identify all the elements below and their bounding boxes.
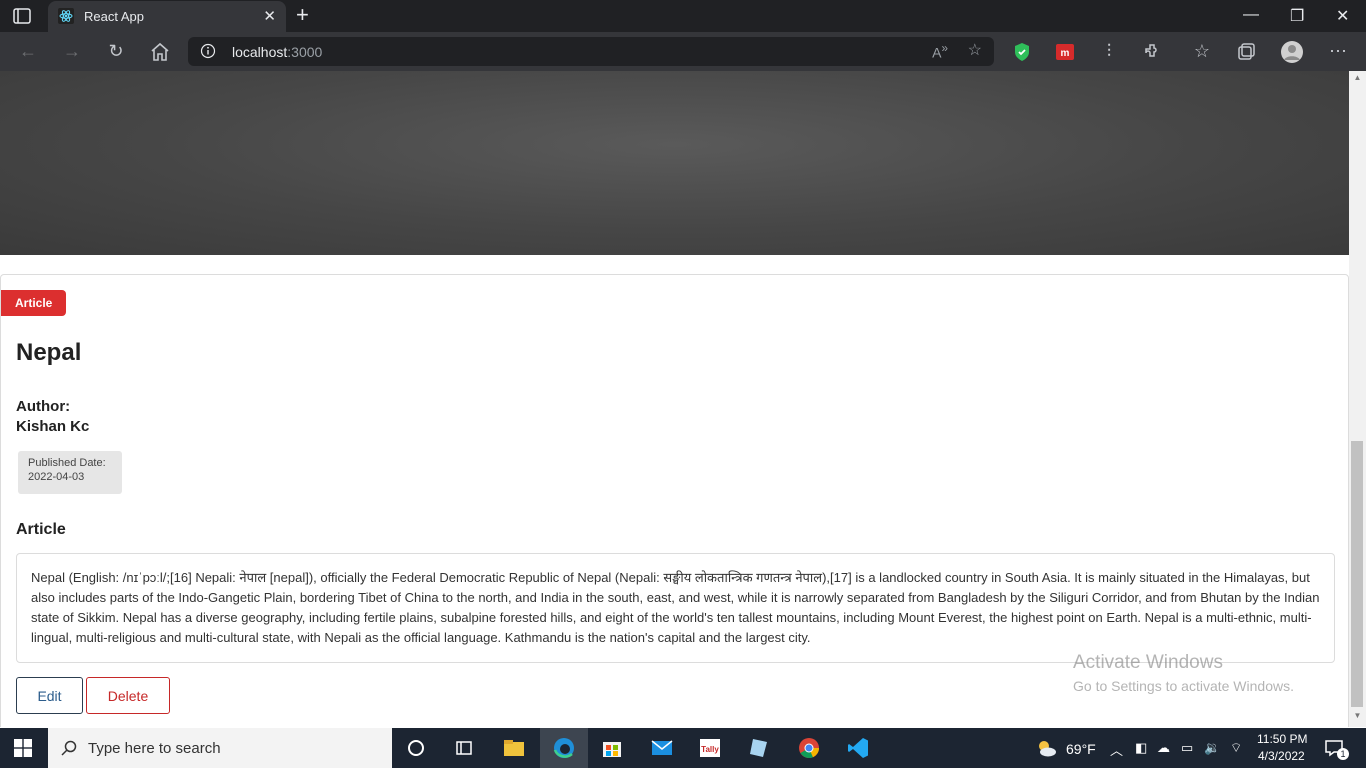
address-bar[interactable]: localhost:3000 A» ☆ [188, 37, 994, 66]
url-port: :3000 [287, 44, 323, 60]
author-name: Kishan Kc [16, 418, 90, 435]
taskbar-search-box[interactable]: Type here to search [48, 728, 392, 768]
vscode-icon[interactable] [846, 736, 870, 760]
svg-text:Tally: Tally [701, 745, 719, 754]
forward-icon[interactable]: → [60, 40, 84, 64]
scroll-down-icon[interactable]: ▼ [1349, 711, 1366, 723]
svg-text:m: m [1061, 48, 1070, 59]
microsoft-store-icon[interactable] [600, 736, 624, 760]
tab-close-icon[interactable]: ✕ [263, 7, 276, 25]
category-badge: Article [1, 290, 67, 316]
windows-start-icon[interactable] [14, 739, 32, 757]
published-date-value: 2022-04-03 [28, 471, 85, 483]
wifi-icon[interactable]: ⌔ [1230, 740, 1242, 756]
equalizer-extension-icon[interactable]: ⫶ [1097, 40, 1121, 64]
delete-button[interactable]: Delete [86, 677, 170, 714]
search-placeholder: Type here to search [88, 740, 221, 757]
clock-time[interactable]: 11:50 PM [1257, 732, 1307, 746]
shield-extension-icon[interactable] [1010, 40, 1034, 64]
edit-button[interactable]: Edit [16, 677, 83, 714]
notepad-icon[interactable] [747, 736, 771, 760]
restore-button[interactable]: ❐ [1290, 6, 1304, 26]
new-tab-button[interactable]: + [296, 4, 309, 26]
tab-title: React App [84, 9, 144, 24]
refresh-icon[interactable]: ↻ [104, 40, 128, 64]
scroll-thumb[interactable] [1351, 441, 1363, 707]
article-section-heading: Article [16, 521, 66, 538]
url-host: localhost [232, 44, 288, 60]
scroll-up-icon[interactable]: ▲ [1349, 73, 1366, 85]
tab-actions-icon[interactable] [10, 6, 38, 26]
cortana-icon[interactable] [404, 736, 428, 760]
notification-count-badge: 1 [1337, 748, 1349, 760]
site-info-icon[interactable] [200, 43, 216, 59]
extensions-icon[interactable] [1141, 40, 1165, 64]
edge-taskbar-button[interactable] [540, 728, 588, 768]
hero-image [0, 71, 1349, 255]
search-icon [61, 740, 77, 756]
add-favorite-icon[interactable]: ☆ [968, 40, 982, 60]
page-viewport: Article Nepal Author: Kishan Kc Publishe… [0, 71, 1366, 727]
browser-toolbar: ← → ↻ localhost:3000 A» ☆ m ⫶ ☆ ⋯ [0, 32, 1366, 71]
page-scrollbar[interactable]: ▲ ▼ [1349, 71, 1366, 727]
file-explorer-icon[interactable] [502, 736, 526, 760]
published-date-box: Published Date: 2022-04-03 [18, 451, 122, 494]
browser-tab[interactable]: React App ✕ [48, 1, 286, 32]
weather-icon[interactable] [1034, 736, 1058, 760]
volume-icon[interactable]: 🔉 [1204, 740, 1220, 756]
back-icon[interactable]: ← [16, 40, 40, 64]
onedrive-cloud-icon[interactable]: ☁ [1157, 740, 1170, 756]
weather-temperature: 69°F [1066, 741, 1096, 757]
tally-icon[interactable]: Tally [698, 736, 722, 760]
collections-icon[interactable] [1234, 40, 1258, 64]
minimize-button[interactable]: — [1243, 6, 1259, 24]
mendeley-extension-icon[interactable]: m [1053, 40, 1077, 64]
more-options-icon[interactable]: ⋯ [1326, 40, 1350, 64]
watermark-subtitle: Go to Settings to activate Windows. [1073, 678, 1294, 694]
windows-taskbar: Type here to search Tally 69°F ︿ ◧ ☁ ▭ 🔉… [0, 728, 1366, 768]
mail-icon[interactable] [650, 736, 674, 760]
window-close-button[interactable]: ✕ [1336, 6, 1349, 26]
chrome-icon[interactable] [797, 736, 821, 760]
browser-titlebar: React App ✕ + — ❐ ✕ [0, 0, 1366, 32]
activate-windows-watermark: Activate Windows Go to Settings to activ… [1073, 652, 1294, 694]
url-text: localhost:3000 [232, 44, 322, 60]
task-view-icon[interactable] [452, 736, 476, 760]
clock-date[interactable]: 4/3/2022 [1258, 749, 1305, 763]
home-icon[interactable] [148, 40, 172, 64]
battery-icon[interactable]: ▭ [1181, 740, 1193, 756]
favorites-icon[interactable]: ☆ [1190, 40, 1214, 64]
watermark-title: Activate Windows [1073, 652, 1223, 673]
meet-now-icon[interactable]: ◧ [1135, 740, 1147, 756]
article-title: Nepal [16, 339, 82, 366]
author-label: Author: [16, 398, 71, 415]
react-favicon-icon [58, 8, 74, 24]
read-aloud-icon[interactable]: A» [932, 42, 948, 61]
profile-avatar-icon[interactable] [1280, 40, 1304, 64]
published-date-label: Published Date: [28, 457, 106, 469]
edge-icon [553, 738, 574, 758]
article-body: Nepal (English: /nɪˈpɔːl/;[16] Nepali: न… [16, 553, 1335, 663]
chevron-up-icon[interactable]: ︿ [1110, 740, 1123, 759]
